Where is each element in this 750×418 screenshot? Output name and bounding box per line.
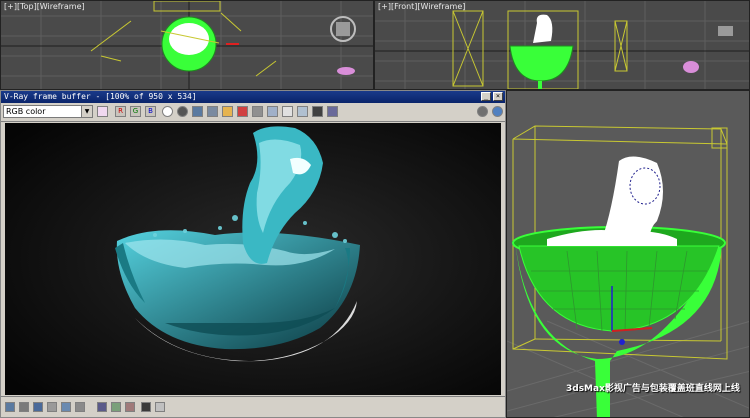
- load-image-icon[interactable]: [207, 106, 218, 117]
- color-palette-icon[interactable]: [97, 106, 108, 117]
- blue-channel-button[interactable]: B: [145, 106, 156, 117]
- open-folder-icon[interactable]: [222, 106, 233, 117]
- water-splash-render: [5, 123, 501, 395]
- render-icon[interactable]: [312, 106, 323, 117]
- stop-render-icon[interactable]: [327, 106, 338, 117]
- chevron-down-icon: ▼: [81, 106, 92, 117]
- alpha-channel-icon[interactable]: [162, 106, 173, 117]
- minimize-button[interactable]: _: [481, 92, 491, 101]
- render-image: [5, 123, 501, 395]
- curves-icon[interactable]: [125, 402, 135, 412]
- history-icon[interactable]: [5, 402, 15, 412]
- info-icon[interactable]: [47, 402, 57, 412]
- duplicate-icon[interactable]: [252, 106, 263, 117]
- channel-select[interactable]: RGB color ▼: [3, 105, 93, 118]
- clear-image-icon[interactable]: [237, 106, 248, 117]
- exposure-icon[interactable]: [97, 402, 107, 412]
- red-channel-button[interactable]: R: [115, 106, 126, 117]
- top-viewport-scene: [1, 1, 373, 89]
- green-channel-button[interactable]: G: [130, 106, 141, 117]
- vfb-title-text: V-Ray frame buffer - [100% of 950 x 534]: [4, 92, 197, 101]
- viewport-top[interactable]: [+][Top][Wireframe]: [0, 0, 374, 90]
- close-button[interactable]: ×: [493, 92, 503, 101]
- vfb-statusbar: [1, 396, 505, 417]
- front-viewport-label[interactable]: [+][Front][Wireframe]: [378, 2, 465, 11]
- compare-icon[interactable]: [19, 402, 29, 412]
- vfb-toolbar: RGB color ▼ R G B: [1, 103, 505, 122]
- background-icon[interactable]: [141, 402, 151, 412]
- channel-select-value: RGB color: [6, 107, 46, 116]
- viewport-front[interactable]: [+][Front][Wireframe]: [374, 0, 750, 90]
- top-viewport-label[interactable]: [+][Top][Wireframe]: [4, 2, 85, 11]
- levels-icon[interactable]: [111, 402, 121, 412]
- front-viewport-scene: [375, 1, 749, 89]
- log-icon[interactable]: [61, 402, 71, 412]
- color-correction-icon[interactable]: [477, 106, 488, 117]
- save-image-icon[interactable]: [192, 106, 203, 117]
- track-mouse-icon[interactable]: [267, 106, 278, 117]
- mono-channel-icon[interactable]: [177, 106, 188, 117]
- vray-frame-buffer-window[interactable]: V-Ray frame buffer - [100% of 950 x 534]…: [0, 90, 506, 418]
- lut-icon[interactable]: [75, 402, 85, 412]
- viewport-perspective[interactable]: [506, 90, 750, 418]
- vfb-titlebar[interactable]: V-Ray frame buffer - [100% of 950 x 534]…: [1, 91, 505, 103]
- settings-icon[interactable]: [33, 402, 43, 412]
- watermark-text: 3dsMax影视广告与包装覆盖班直线网上线: [566, 384, 740, 394]
- region-render-icon[interactable]: [282, 106, 293, 117]
- perspective-viewport-scene: [507, 125, 749, 417]
- link-icon[interactable]: [297, 106, 308, 117]
- lens-effects-icon[interactable]: [492, 106, 503, 117]
- srgb-icon[interactable]: [155, 402, 165, 412]
